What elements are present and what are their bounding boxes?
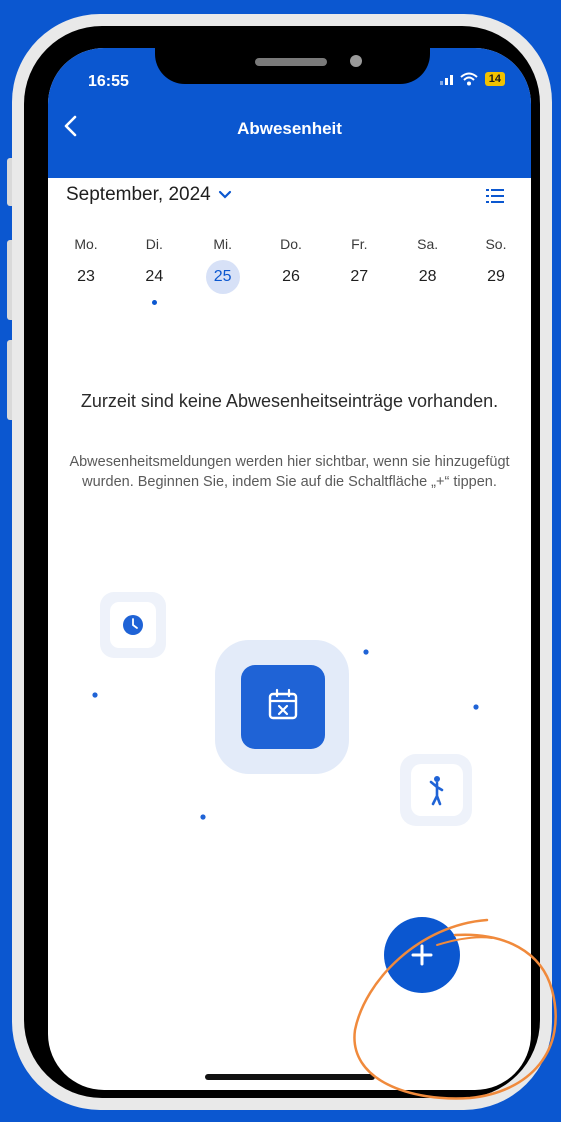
- day-name: Mo.: [74, 236, 98, 252]
- day-friday[interactable]: Fr. 27: [335, 236, 383, 305]
- add-absence-button[interactable]: [384, 917, 460, 993]
- day-number: 28: [418, 268, 437, 285]
- day-monday[interactable]: Mo. 23: [62, 236, 110, 305]
- day-number: 26: [282, 268, 300, 285]
- day-name: Di.: [145, 236, 163, 252]
- day-tuesday[interactable]: Di. 24: [130, 236, 178, 305]
- day-number: 27: [350, 268, 369, 285]
- empty-state-illustration: [92, 592, 479, 826]
- status-time: 16:55: [88, 73, 129, 90]
- day-name: Sa.: [417, 236, 439, 252]
- battery-indicator: 14: [484, 72, 505, 86]
- week-strip: Mo. 23 Di. 24 Mi. 25 Do. 26 Fr. 27 Sa. 2…: [62, 236, 520, 305]
- phone-notch: [155, 40, 430, 84]
- today-dot: [151, 300, 157, 305]
- day-name: Fr.: [351, 236, 368, 252]
- month-selector[interactable]: September, 2024: [66, 184, 232, 206]
- day-name: Mi.: [213, 236, 232, 252]
- signal-icon: [439, 73, 453, 85]
- day-number-selected: 25: [205, 260, 240, 294]
- day-number: 29: [487, 268, 505, 285]
- speaker: [255, 58, 327, 66]
- day-wednesday[interactable]: Mi. 25: [199, 236, 247, 305]
- app-screen: 16:55 14 Abwesenheit September, 2024 Mo.…: [48, 48, 531, 1090]
- day-sunday[interactable]: So. 29: [472, 236, 520, 305]
- front-camera: [350, 55, 362, 67]
- calendar-x-icon: [215, 640, 349, 774]
- plus-icon: [411, 944, 433, 966]
- day-number: 23: [77, 268, 95, 285]
- page-title: Abwesenheit: [237, 119, 342, 138]
- day-name: So.: [485, 236, 507, 252]
- list-view-icon[interactable]: [486, 189, 504, 203]
- day-number: 24: [145, 268, 164, 285]
- empty-state-title: Zurzeit sind keine Abwesenheitseinträge …: [80, 391, 499, 411]
- home-indicator: [205, 1074, 375, 1080]
- day-name: Do.: [280, 236, 302, 252]
- day-thursday[interactable]: Do. 26: [267, 236, 315, 305]
- chevron-down-icon: [218, 190, 231, 199]
- empty-state-text: Abwesenheitsmeldungen werden hier sichtb…: [69, 454, 510, 490]
- wifi-icon: [460, 72, 478, 86]
- walking-person-icon: [400, 754, 472, 826]
- clock-icon: [100, 592, 166, 658]
- day-saturday[interactable]: Sa. 28: [404, 236, 452, 305]
- month-label: September, 2024: [66, 184, 211, 205]
- status-icons: 14: [439, 72, 505, 86]
